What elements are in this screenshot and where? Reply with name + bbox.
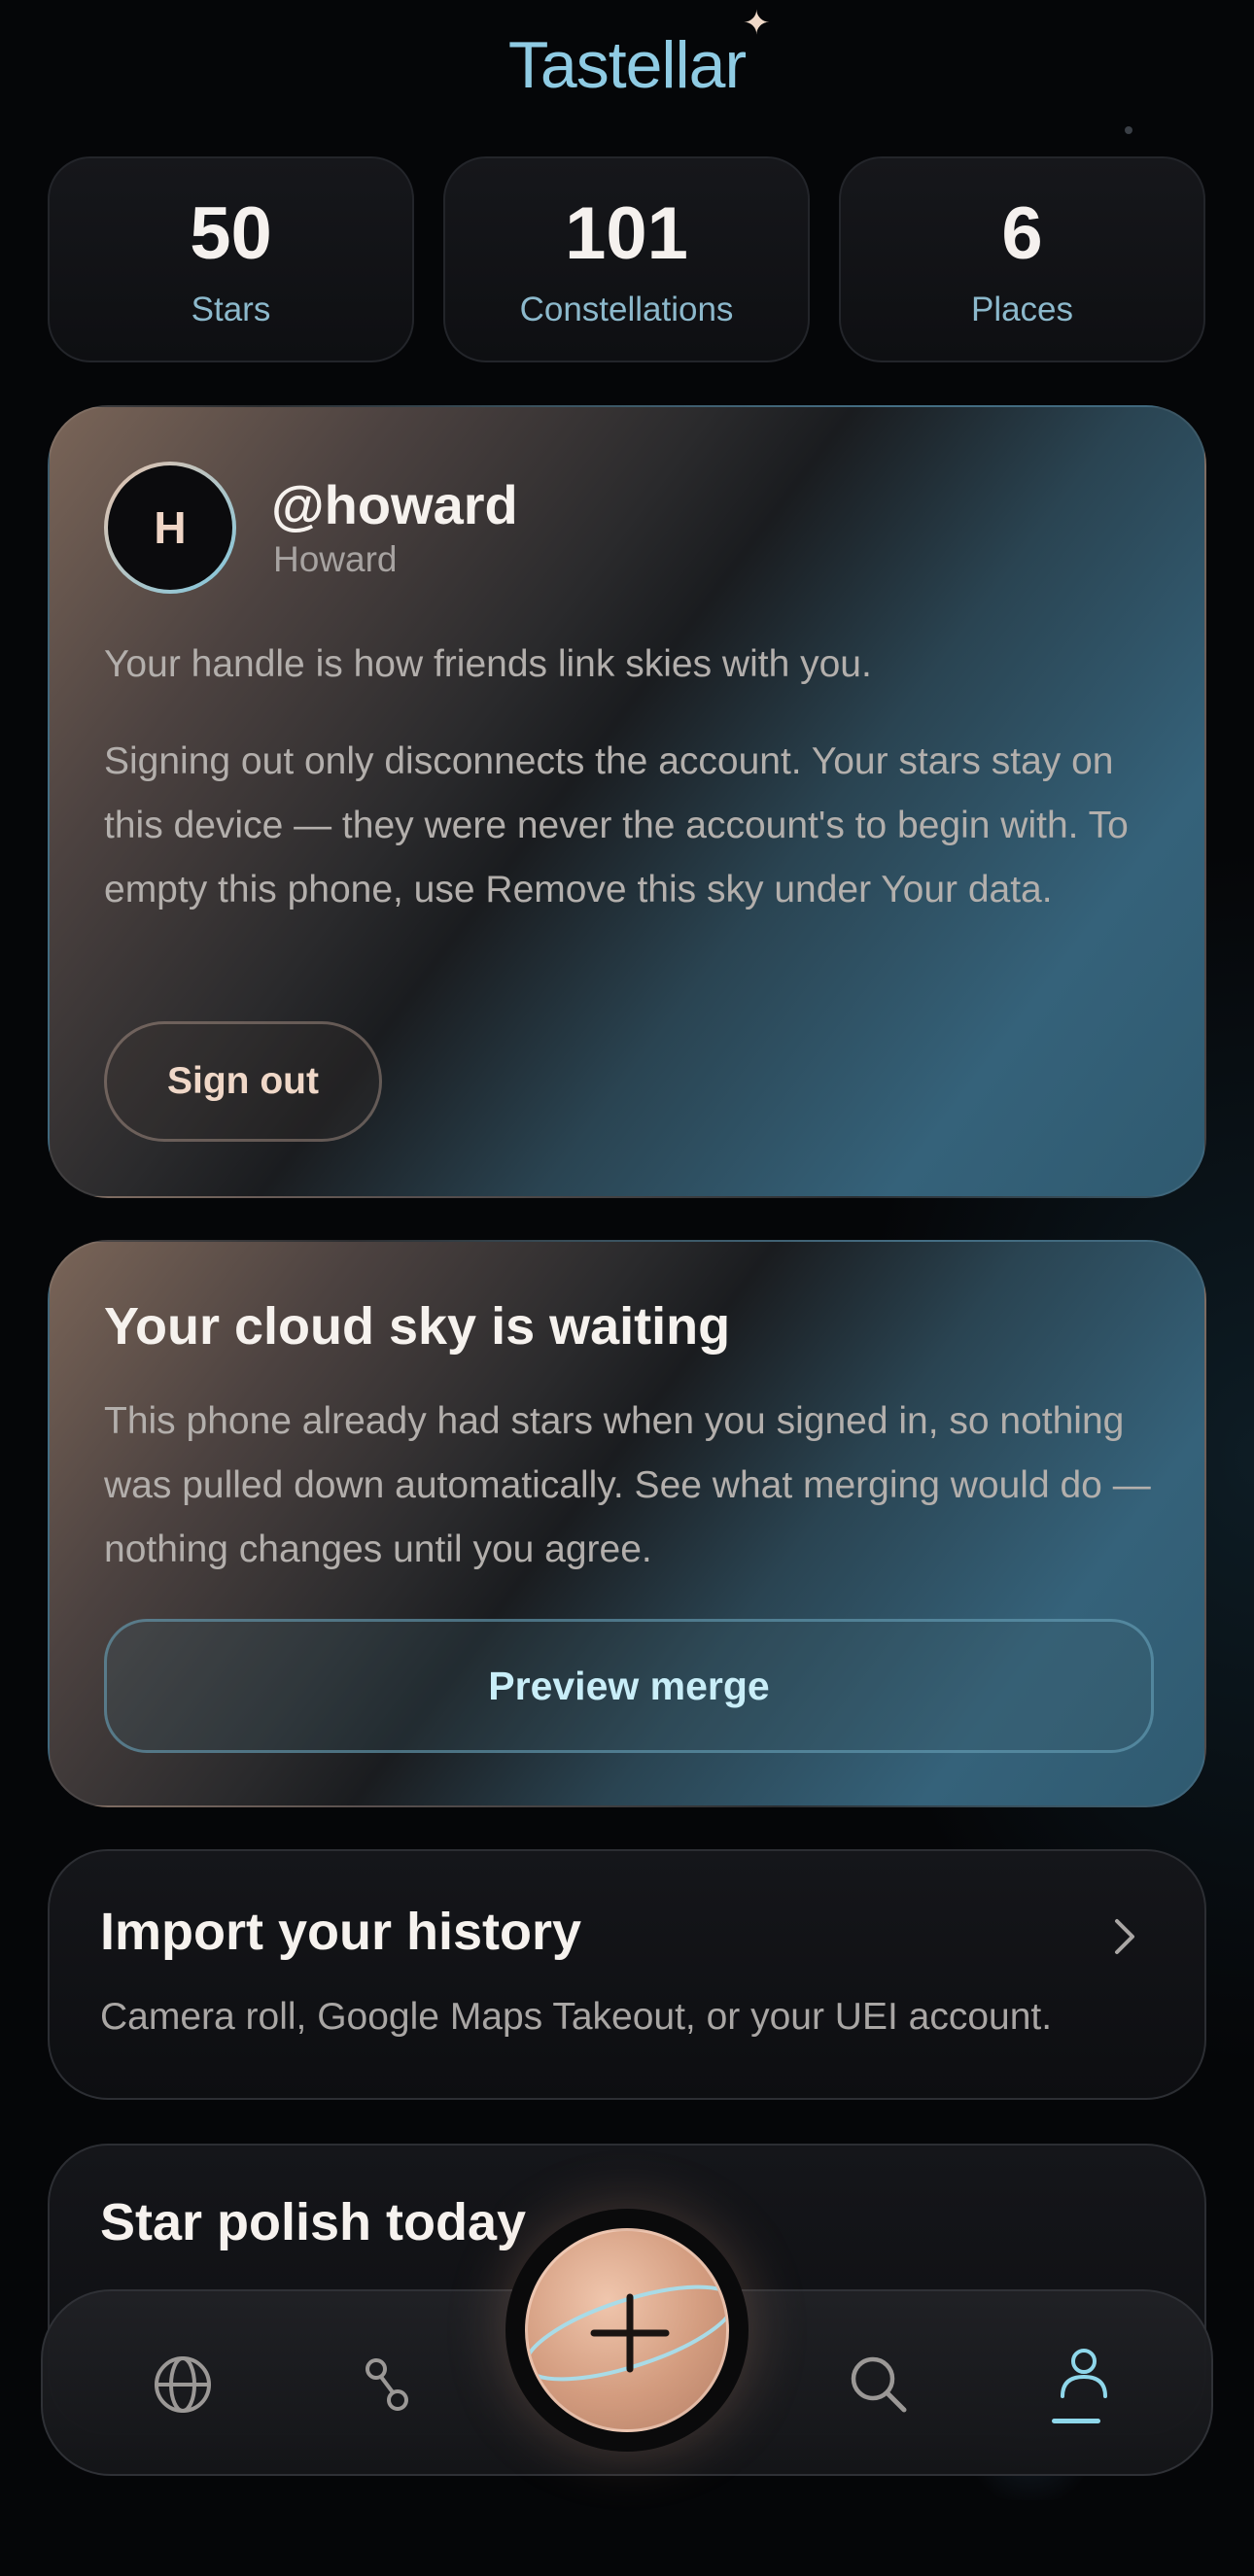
stat-label: Constellations <box>519 291 734 328</box>
import-subtitle: Camera roll, Google Maps Takeout, or you… <box>100 1996 1053 2038</box>
handle-hint: Your handle is how friends link skies wi… <box>104 643 872 685</box>
avatar: H <box>104 462 236 594</box>
preview-merge-button[interactable]: Preview merge <box>104 1619 1154 1753</box>
app-header: Tastellar <box>0 27 1254 103</box>
account-card: H @howard Howard Your handle is how frie… <box>48 405 1206 1198</box>
user-display-name: Howard <box>273 539 398 579</box>
stat-stars[interactable]: 50 Stars <box>48 156 414 362</box>
polish-title: Star polish today <box>100 2193 527 2251</box>
signout-note: Signing out only disconnects the account… <box>104 740 1129 910</box>
stat-label: Stars <box>191 291 271 328</box>
profile-screen: Tastellar ✦ 50 Stars 101 Constellations … <box>0 0 1254 2576</box>
sparkle-icon: ✦ <box>743 5 771 42</box>
globe-icon[interactable] <box>148 2350 218 2420</box>
constellation-icon[interactable] <box>353 2350 423 2420</box>
stat-value: 6 <box>1001 192 1043 275</box>
stat-value: 101 <box>565 192 688 275</box>
stat-places[interactable]: 6 Places <box>839 156 1205 362</box>
profile-icon[interactable] <box>1049 2342 1119 2412</box>
status-dot <box>1125 126 1132 134</box>
cloud-card-title: Your cloud sky is waiting <box>104 1297 731 1356</box>
active-tab-indicator <box>1052 2419 1100 2423</box>
user-handle: @howard <box>271 474 518 535</box>
cloud-sky-card: Your cloud sky is waiting This phone alr… <box>48 1240 1206 1807</box>
add-star-icon <box>528 2284 726 2382</box>
stat-label: Places <box>970 291 1074 328</box>
sign-out-button[interactable]: Sign out <box>104 1021 382 1142</box>
app-title: Tastellar <box>507 28 747 102</box>
stat-constellations[interactable]: 101 Constellations <box>443 156 810 362</box>
chevron-right-icon <box>1115 1919 1134 1954</box>
add-star-button[interactable] <box>525 2228 729 2432</box>
cloud-card-body: This phone already had stars when you si… <box>104 1400 1151 1570</box>
stat-value: 50 <box>190 192 272 275</box>
import-title: Import your history <box>100 1903 582 1961</box>
search-icon[interactable] <box>844 2350 914 2420</box>
import-history-card[interactable]: Import your history Camera roll, Google … <box>48 1849 1206 2100</box>
